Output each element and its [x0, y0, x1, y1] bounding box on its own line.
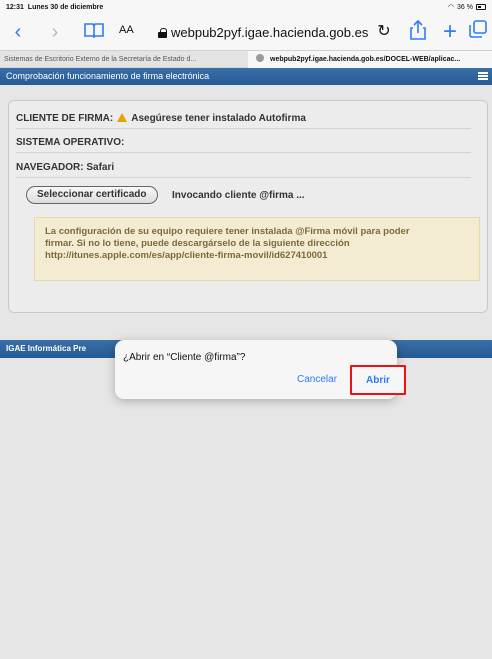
lock-icon — [158, 27, 167, 38]
info-line-2: firmar. Si no lo tiene, puede descargárs… — [45, 238, 350, 249]
tab-webpub[interactable]: webpub2pyf.igae.hacienda.gob.es/DOCEL-WE… — [248, 51, 492, 68]
new-tab-icon[interactable]: + — [438, 20, 462, 44]
hamburger-menu-icon[interactable] — [478, 72, 488, 80]
info-line-1: La configuración de su equipo requiere t… — [45, 226, 410, 237]
browser-row: NAVEGADOR: Safari — [16, 157, 471, 178]
url-text: webpub2pyf.igae.hacienda.gob.es — [171, 25, 369, 40]
client-value: Asegúrese tener instalado Autofirma — [131, 113, 306, 124]
page-header: Comprobación funcionamiento de firma ele… — [0, 68, 492, 85]
forward-icon[interactable]: › — [43, 20, 67, 44]
address-bar[interactable]: webpub2pyf.igae.hacienda.gob.es — [158, 25, 368, 40]
browser-toolbar: ‹ › AA webpub2pyf.igae.hacienda.gob.es ↻… — [0, 16, 492, 50]
battery-icon — [476, 4, 486, 10]
info-box: La configuración de su equipo requiere t… — [34, 217, 480, 281]
invoking-status: Invocando cliente @firma ... — [172, 190, 305, 201]
tabs-overview-icon[interactable] — [466, 20, 490, 44]
tab-sistemas[interactable]: Sistemas de Escritorio Externo de la Sec… — [0, 51, 248, 68]
text-size-button[interactable]: AA — [119, 24, 134, 36]
status-time: 12:31 Lunes 30 de diciembre — [6, 4, 104, 11]
client-label: CLIENTE DE FIRMA: — [16, 113, 114, 124]
warning-icon — [117, 113, 128, 122]
client-row: CLIENTE DE FIRMA: Asegúrese tener instala… — [16, 108, 471, 129]
os-label: SISTEMA OPERATIVO: — [16, 137, 125, 148]
back-icon[interactable]: ‹ — [6, 20, 30, 44]
bookmarks-icon[interactable] — [82, 20, 106, 44]
open-button[interactable]: Abrir — [350, 365, 406, 395]
tab-webpub-label: webpub2pyf.igae.hacienda.gob.es/DOCEL-WE… — [270, 56, 461, 63]
page-title: Comprobación funcionamiento de firma ele… — [6, 71, 210, 81]
share-icon[interactable] — [406, 19, 430, 44]
dialog-title: ¿Abrir en “Cliente @firma”? — [123, 352, 246, 363]
browser-label: NAVEGADOR: Safari — [16, 162, 115, 173]
select-certificate-button[interactable]: Seleccionar certificado — [26, 186, 158, 204]
status-bar: 12:31 Lunes 30 de diciembre ◠ 36 % — [0, 0, 492, 16]
footer-text: IGAE Informática Pre — [6, 344, 87, 353]
cancel-button[interactable]: Cancelar — [297, 374, 337, 385]
os-row: SISTEMA OPERATIVO: — [16, 132, 471, 153]
app-store-link[interactable]: http://itunes.apple.com/es/app/cliente-f… — [45, 250, 469, 262]
open-in-app-dialog: ¿Abrir en “Cliente @firma”? Cancelar Abr… — [115, 340, 406, 399]
wifi-icon: ◠ — [447, 4, 455, 11]
battery-percent: 36 % — [457, 3, 473, 11]
reload-icon[interactable]: ↻ — [372, 20, 396, 44]
close-tab-icon[interactable] — [256, 54, 264, 62]
tab-strip: Sistemas de Escritorio Externo de la Sec… — [0, 50, 492, 68]
status-right: ◠ 36 % — [448, 3, 486, 11]
